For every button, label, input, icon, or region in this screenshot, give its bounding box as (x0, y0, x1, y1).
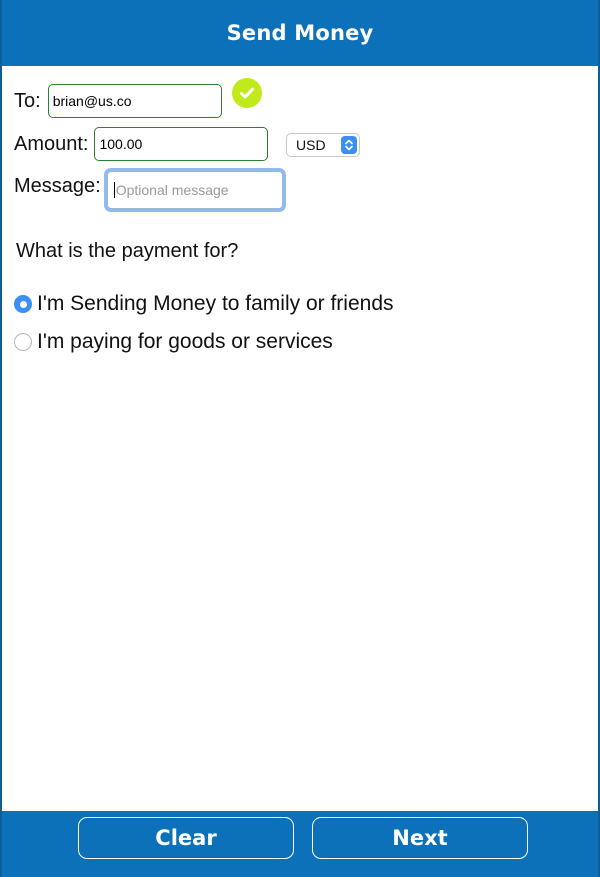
amount-field[interactable] (94, 127, 269, 161)
message-field[interactable]: Optional message (106, 171, 283, 209)
header-bar: Send Money (2, 0, 598, 66)
page-title: Send Money (226, 21, 374, 45)
radio-button-selected[interactable] (14, 295, 32, 313)
next-button[interactable]: Next (312, 817, 528, 859)
footer-bar: Clear Next (2, 811, 598, 877)
radio-button-unselected[interactable] (14, 333, 32, 351)
select-updown-arrow-icon (341, 136, 357, 154)
message-label: Message: (14, 174, 101, 197)
to-email-field[interactable] (47, 84, 222, 118)
currency-select[interactable]: USD (286, 133, 360, 157)
clear-button[interactable]: Clear (78, 817, 294, 859)
amount-label: Amount: (14, 132, 89, 155)
radio-label-family-friends: I'm Sending Money to family or friends (37, 292, 394, 315)
send-money-screen: Send Money To: Amount: USD Message: Opti… (0, 0, 600, 877)
radio-option-family-friends[interactable]: I'm Sending Money to family or friends (14, 292, 394, 316)
radio-option-goods-services[interactable]: I'm paying for goods or services (14, 330, 333, 354)
amount-row: Amount: (14, 127, 269, 161)
message-row: Message: Optional message (14, 171, 283, 209)
message-placeholder: Optional message (115, 182, 229, 198)
radio-label-goods-services: I'm paying for goods or services (37, 330, 333, 353)
next-button-label: Next (392, 826, 448, 850)
payment-purpose-question: What is the payment for? (16, 240, 239, 262)
to-label: To: (14, 89, 41, 112)
clear-button-label: Clear (155, 826, 217, 850)
text-cursor (113, 182, 115, 198)
to-row: To: (14, 84, 222, 118)
checkmark-circle-icon (232, 78, 262, 108)
currency-selected-value: USD (296, 137, 326, 153)
